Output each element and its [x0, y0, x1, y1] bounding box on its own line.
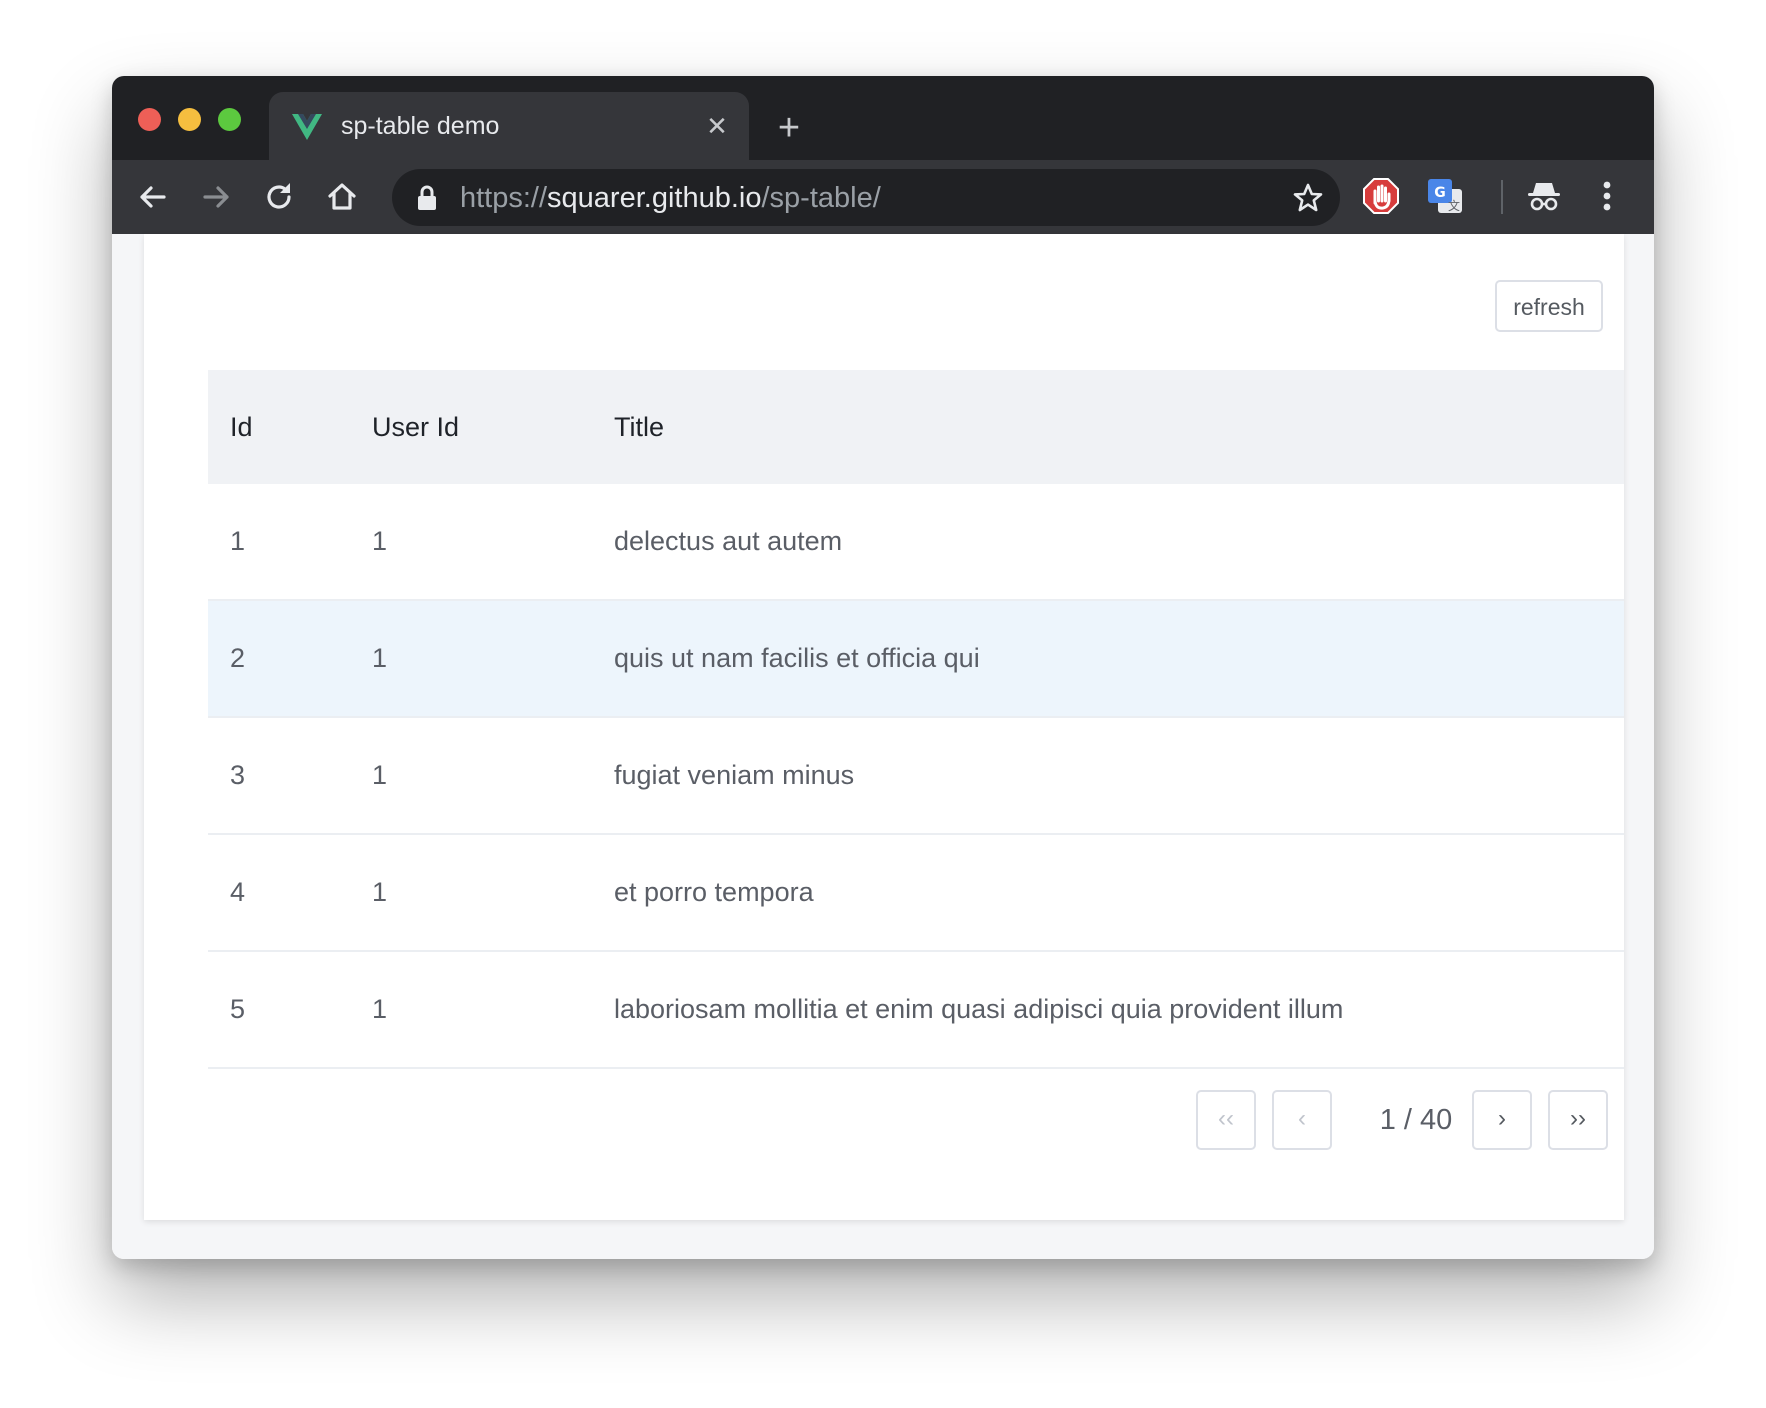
cell-title: quis ut nam facilis et officia qui	[592, 600, 1624, 718]
tab-sp-table-demo[interactable]: sp-table demo ✕	[269, 92, 749, 160]
page-viewport: refresh Id User Id Title 1 1 delectus au…	[112, 234, 1654, 1259]
table-row[interactable]: 4 1 et porro tempora	[208, 834, 1624, 952]
url-text: https://squarer.github.io/sp-table/	[460, 182, 881, 215]
maximize-window-button[interactable]	[218, 108, 241, 131]
data-table: Id User Id Title 1 1 delectus aut autem …	[208, 370, 1624, 1069]
adblock-extension-icon[interactable]	[1362, 177, 1400, 215]
page-indicator: 1 / 40	[1379, 1104, 1453, 1136]
header-user-id[interactable]: User Id	[350, 370, 592, 484]
cell-user-id: 1	[350, 717, 592, 835]
cell-id: 3	[208, 717, 350, 835]
cell-id: 2	[208, 600, 350, 718]
url-scheme: https://	[460, 182, 548, 214]
url-path: /sp-table/	[761, 182, 881, 214]
cell-title: fugiat veniam minus	[592, 717, 1624, 835]
close-icon[interactable]: ✕	[701, 110, 733, 142]
tab-title: sp-table demo	[341, 112, 500, 140]
address-bar[interactable]: https://squarer.github.io/sp-table/	[392, 169, 1340, 226]
cell-id: 1	[208, 484, 350, 601]
cell-user-id: 1	[350, 484, 592, 601]
google-translate-icon[interactable]: G 文	[1426, 177, 1464, 215]
table-row[interactable]: 5 1 laboriosam mollitia et enim quasi ad…	[208, 951, 1624, 1069]
url-host: squarer.github.io	[547, 182, 762, 214]
table-row[interactable]: 2 1 quis ut nam facilis et officia qui	[208, 600, 1624, 718]
prev-page-button[interactable]: ‹	[1272, 1090, 1332, 1150]
pagination: ‹‹ ‹ 1 / 40 › ››	[1196, 1090, 1608, 1150]
svg-text:G: G	[1434, 185, 1446, 201]
plus-icon[interactable]: +	[771, 109, 807, 147]
forward-arrow-icon[interactable]	[197, 178, 235, 216]
more-vert-icon[interactable]	[1588, 177, 1626, 215]
header-title[interactable]: Title	[592, 370, 1624, 484]
incognito-icon[interactable]	[1525, 177, 1563, 215]
cell-id: 5	[208, 951, 350, 1069]
tab-strip: sp-table demo ✕ +	[112, 76, 1654, 160]
back-arrow-icon[interactable]	[134, 178, 172, 216]
lock-icon	[418, 185, 436, 210]
next-page-button[interactable]: ›	[1472, 1090, 1532, 1150]
reload-icon[interactable]	[260, 178, 298, 216]
close-window-button[interactable]	[138, 108, 161, 131]
table-header-row: Id User Id Title	[208, 370, 1624, 484]
cell-user-id: 1	[350, 600, 592, 718]
svg-text:文: 文	[1448, 198, 1460, 213]
cell-title: laboriosam mollitia et enim quasi adipis…	[592, 951, 1624, 1069]
cell-title: et porro tempora	[592, 834, 1624, 952]
minimize-window-button[interactable]	[178, 108, 201, 131]
cell-user-id: 1	[350, 951, 592, 1069]
first-page-button[interactable]: ‹‹	[1196, 1090, 1256, 1150]
toolbar-divider	[1501, 180, 1503, 214]
table-row[interactable]: 3 1 fugiat veniam minus	[208, 717, 1624, 835]
header-id[interactable]: Id	[208, 370, 350, 484]
star-icon[interactable]	[1292, 182, 1324, 214]
table-row[interactable]: 1 1 delectus aut autem	[208, 484, 1624, 601]
home-icon[interactable]	[323, 178, 361, 216]
table-card: refresh Id User Id Title 1 1 delectus au…	[144, 234, 1624, 1220]
vue-logo-icon	[292, 114, 322, 140]
cell-user-id: 1	[350, 834, 592, 952]
last-page-button[interactable]: ››	[1548, 1090, 1608, 1150]
cell-id: 4	[208, 834, 350, 952]
browser-window: sp-table demo ✕ + https://squarer.github…	[112, 76, 1654, 1259]
cell-title: delectus aut autem	[592, 484, 1624, 601]
browser-toolbar: https://squarer.github.io/sp-table/ G 文	[112, 160, 1654, 234]
refresh-button[interactable]: refresh	[1495, 280, 1603, 332]
